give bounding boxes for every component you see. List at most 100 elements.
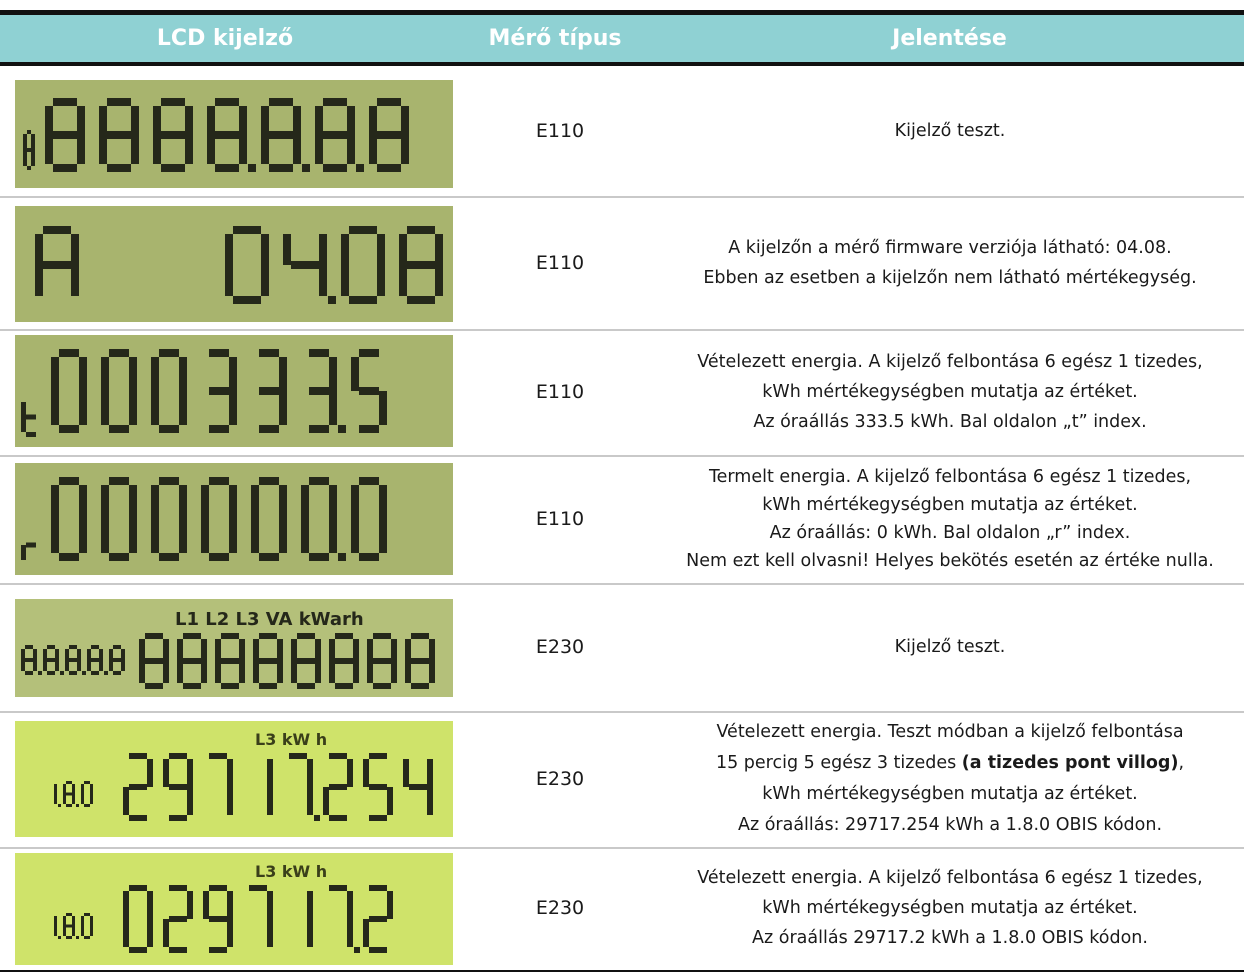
lcd-indicator-label: L3 kW h (255, 862, 327, 881)
lcd-segment (379, 519, 387, 553)
lcd-segment (31, 134, 35, 150)
lcd-segment (329, 885, 347, 891)
table-header: LCD kijelző Mérő típus Jelentése (0, 15, 1244, 66)
lcd-segment (91, 658, 99, 662)
lcd-segment (76, 936, 79, 939)
lcd-image (15, 206, 453, 322)
lcd-indicator-label: L1 L2 L3 VA kWarh (175, 609, 364, 630)
lcd-segment (99, 649, 103, 660)
lcd-segment (347, 891, 353, 919)
lcd-segment (53, 164, 77, 172)
lcd-segment (66, 936, 72, 939)
lcd-segment (269, 131, 293, 139)
lcd-segment (391, 661, 397, 683)
lcd-segment (77, 106, 85, 135)
lcd-segment (319, 265, 327, 296)
header-meaning: Jelentése (892, 26, 1007, 51)
lcd-segment (54, 926, 57, 936)
description-line: Kijelző teszt. (894, 121, 1006, 141)
lcd-segment (323, 164, 347, 172)
lcd-segment (145, 658, 163, 664)
lcd-segment (307, 891, 313, 919)
lcd-segment (373, 658, 391, 664)
lcd-segment (91, 645, 99, 649)
lcd-segment (185, 106, 193, 135)
lcd-image (15, 80, 453, 188)
lcd-segment (227, 919, 233, 947)
lcd-segment (283, 234, 291, 265)
lcd-segment (145, 633, 163, 639)
lcd-segment (259, 425, 279, 433)
lcd-segment (123, 787, 129, 815)
lcd-segment (201, 639, 207, 661)
lcd-segment (82, 671, 86, 675)
description-line: Vételezett energia. A kijelző felbontása… (697, 868, 1203, 888)
lcd-segment (309, 349, 329, 357)
lcd-segment (429, 639, 435, 661)
lcd-segment (259, 477, 279, 485)
lcd-segment (209, 349, 229, 357)
header-lcd: LCD kijelző (156, 26, 294, 51)
lcd-segment (291, 661, 297, 683)
lcd-segment (239, 661, 245, 683)
lcd-segment (259, 658, 277, 664)
lcd-segment (215, 131, 239, 139)
lcd-segment (163, 919, 169, 947)
lcd-segment (427, 759, 433, 787)
lcd-segment (47, 645, 55, 649)
lcd-segment (21, 660, 25, 671)
lcd-segment (347, 106, 355, 135)
lcd-segment (369, 135, 377, 164)
lcd-segment (225, 265, 233, 296)
lcd-segment (369, 106, 377, 135)
lcd-segment (329, 357, 337, 391)
lcd-segment (369, 784, 387, 790)
lcd-segment (31, 150, 35, 166)
lcd-segment (104, 671, 108, 675)
lcd-segment (369, 885, 387, 891)
description-line: Vételezett energia. Teszt módban a kijel… (716, 722, 1184, 742)
lcd-segment (261, 265, 269, 296)
lcd-segment (26, 432, 36, 437)
lcd-segment (43, 261, 71, 269)
lcd-segment (147, 759, 153, 787)
lcd-segment (163, 661, 169, 683)
lcd-segment (51, 391, 59, 425)
lcd-segment (233, 226, 261, 234)
lcd-segment (185, 135, 193, 164)
lcd-segment (267, 891, 273, 919)
lcd-segment (51, 485, 59, 519)
lcd-segment (153, 135, 161, 164)
lcd-segment (279, 485, 287, 519)
lcd-segment (87, 660, 91, 671)
lcd-segment (367, 639, 373, 661)
lcd-segment (229, 485, 237, 519)
lcd-segment (123, 919, 129, 947)
lcd-segment (47, 671, 55, 675)
lcd-image (15, 335, 453, 447)
lcd-segment (43, 660, 47, 671)
table-row: L1 L2 L3 VA kWarh E230 Kijelző teszt. (0, 583, 1244, 713)
lcd-segment (239, 106, 247, 135)
lcd-segment (101, 357, 109, 391)
lcd-segment (215, 639, 221, 661)
lcd-segment (26, 414, 36, 420)
description-line: Termelt energia. A kijelző felbontása 6 … (708, 467, 1192, 487)
lcd-segment (429, 661, 435, 683)
lcd-segment (54, 794, 57, 804)
lcd-segment (279, 357, 287, 391)
lcd-segment (183, 633, 201, 639)
lcd-segment (435, 234, 443, 265)
lcd-segment (169, 947, 187, 953)
lcd-segment (338, 553, 346, 561)
lcd-segment (72, 916, 75, 926)
lcd-segment (307, 787, 313, 815)
lcd-segment (131, 106, 139, 135)
meter-type: E230 (535, 768, 585, 790)
description-text: , (1178, 753, 1185, 773)
description-line: Az óraállás 29717.2 kWh a 1.8.0 OBIS kód… (752, 928, 1148, 948)
lcd-segment (253, 639, 259, 661)
lcd-segment (349, 226, 377, 234)
lcd-segment (209, 425, 229, 433)
lcd-segment (405, 661, 411, 683)
